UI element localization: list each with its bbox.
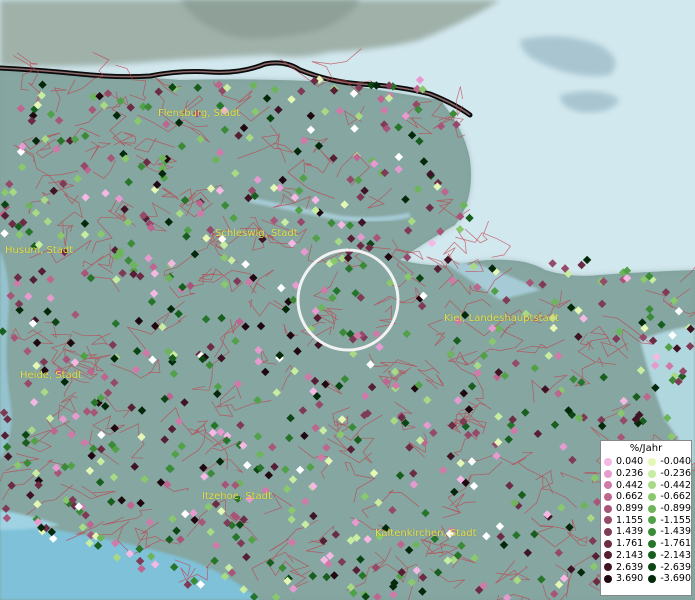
legend-entry-negative: -3.690 xyxy=(645,573,691,584)
legend-row: 0.442 -0.442 xyxy=(601,479,691,491)
legend-row: 0.899 -0.899 xyxy=(601,503,691,515)
legend-entry-positive: 3.690 xyxy=(601,573,645,584)
legend-title: %/Jahr xyxy=(629,443,663,454)
map-view[interactable]: Flensburg, Stadt Husum, Stadt Schleswig,… xyxy=(0,0,695,600)
legend-entry-negative: -1.761 xyxy=(645,538,691,549)
legend-entry-negative: -0.040 xyxy=(645,456,691,467)
city-label-husum: Husum, Stadt xyxy=(5,245,74,256)
legend-row: 1.761 -1.761 xyxy=(601,538,691,550)
legend-swatch xyxy=(648,551,657,560)
legend-label: 0.899 xyxy=(616,503,644,515)
legend-label: 0.040 xyxy=(616,456,644,468)
legend-label: -1.761 xyxy=(660,538,691,550)
legend-entry-positive: 1.761 xyxy=(601,538,645,549)
legend: %/Jahr 0.040 -0.040 0.236 -0.236 0.442 -0.442… xyxy=(600,440,692,596)
legend-entry-negative: -0.236 xyxy=(645,468,691,479)
legend-swatch xyxy=(648,492,657,501)
legend-entry-positive: 0.662 xyxy=(601,491,645,502)
legend-swatch xyxy=(648,481,657,490)
city-label-kiel: Kiel, Landeshauptstadt xyxy=(444,313,559,324)
legend-label: 0.236 xyxy=(616,468,644,480)
legend-label: -0.899 xyxy=(660,503,691,515)
legend-row: 0.040 -0.040 xyxy=(601,456,691,468)
legend-label: -0.662 xyxy=(660,491,691,503)
legend-entry-negative: -0.442 xyxy=(645,480,691,491)
legend-swatch xyxy=(648,563,657,572)
legend-swatch xyxy=(604,481,612,490)
legend-label: -1.439 xyxy=(660,526,691,538)
legend-entry-negative: -2.143 xyxy=(645,550,691,561)
legend-entry-negative: -2.639 xyxy=(645,562,691,573)
legend-entry-positive: 2.639 xyxy=(601,562,645,573)
legend-label: 2.143 xyxy=(616,549,644,561)
legend-swatch xyxy=(604,492,612,501)
legend-label: -2.639 xyxy=(660,561,691,573)
city-label-schleswig: Schleswig, Stadt xyxy=(215,228,298,239)
legend-swatch xyxy=(604,527,612,536)
legend-row: 1.439 -1.439 xyxy=(601,526,691,538)
legend-swatch xyxy=(604,574,612,583)
legend-row: 1.155 -1.155 xyxy=(601,514,691,526)
legend-row: 0.662 -0.662 xyxy=(601,491,691,503)
legend-swatch xyxy=(648,457,657,466)
legend-entry-positive: 0.442 xyxy=(601,480,645,491)
legend-label: 0.662 xyxy=(616,491,644,503)
legend-label: -0.236 xyxy=(660,468,691,480)
legend-swatch xyxy=(648,574,657,583)
legend-swatch xyxy=(648,527,657,536)
legend-label: 1.761 xyxy=(616,538,644,550)
legend-entry-positive: 0.899 xyxy=(601,503,645,514)
legend-label: 2.639 xyxy=(616,561,644,573)
basemap xyxy=(0,0,695,600)
legend-swatch xyxy=(604,504,612,513)
legend-row: 3.690 -3.690 xyxy=(601,573,691,585)
legend-entry-positive: 1.155 xyxy=(601,515,645,526)
legend-swatch xyxy=(648,539,657,548)
legend-entry-negative: -1.155 xyxy=(645,515,691,526)
legend-swatch xyxy=(648,516,657,525)
legend-swatch xyxy=(604,563,612,572)
legend-swatch xyxy=(648,504,657,513)
city-label-itzehoe: Itzehoe, Stadt xyxy=(202,491,272,502)
legend-rows: 0.040 -0.040 0.236 -0.236 0.442 -0.442 0.662 -0… xyxy=(601,456,691,585)
legend-label: -0.040 xyxy=(660,456,691,468)
legend-label: 0.442 xyxy=(616,479,644,491)
legend-swatch xyxy=(604,469,612,478)
legend-label: -1.155 xyxy=(660,514,691,526)
city-label-heide: Heide, Stadt xyxy=(20,370,82,381)
legend-label: -3.690 xyxy=(660,573,691,585)
legend-label: -0.442 xyxy=(660,479,691,491)
legend-label: 1.155 xyxy=(616,514,644,526)
legend-entry-positive: 0.236 xyxy=(601,468,645,479)
legend-entry-negative: -0.662 xyxy=(645,491,691,502)
legend-swatch xyxy=(604,551,612,560)
city-label-kaltenkirchen: Kaltenkirchen, Stadt xyxy=(375,528,477,539)
legend-row: 2.143 -2.143 xyxy=(601,550,691,562)
legend-row: 0.236 -0.236 xyxy=(601,468,691,480)
legend-row: 2.639 -2.639 xyxy=(601,561,691,573)
legend-entry-positive: 0.040 xyxy=(601,456,645,467)
legend-entry-positive: 1.439 xyxy=(601,526,645,537)
legend-swatch xyxy=(604,516,612,525)
legend-label: -2.143 xyxy=(660,549,691,561)
legend-entry-positive: 2.143 xyxy=(601,550,645,561)
city-label-flensburg: Flensburg, Stadt xyxy=(158,108,241,119)
legend-label: 3.690 xyxy=(616,573,644,585)
legend-swatch xyxy=(648,469,657,478)
legend-label: 1.439 xyxy=(616,526,644,538)
legend-swatch xyxy=(604,539,612,548)
legend-swatch xyxy=(604,457,612,466)
legend-entry-negative: -1.439 xyxy=(645,526,691,537)
legend-entry-negative: -0.899 xyxy=(645,503,691,514)
